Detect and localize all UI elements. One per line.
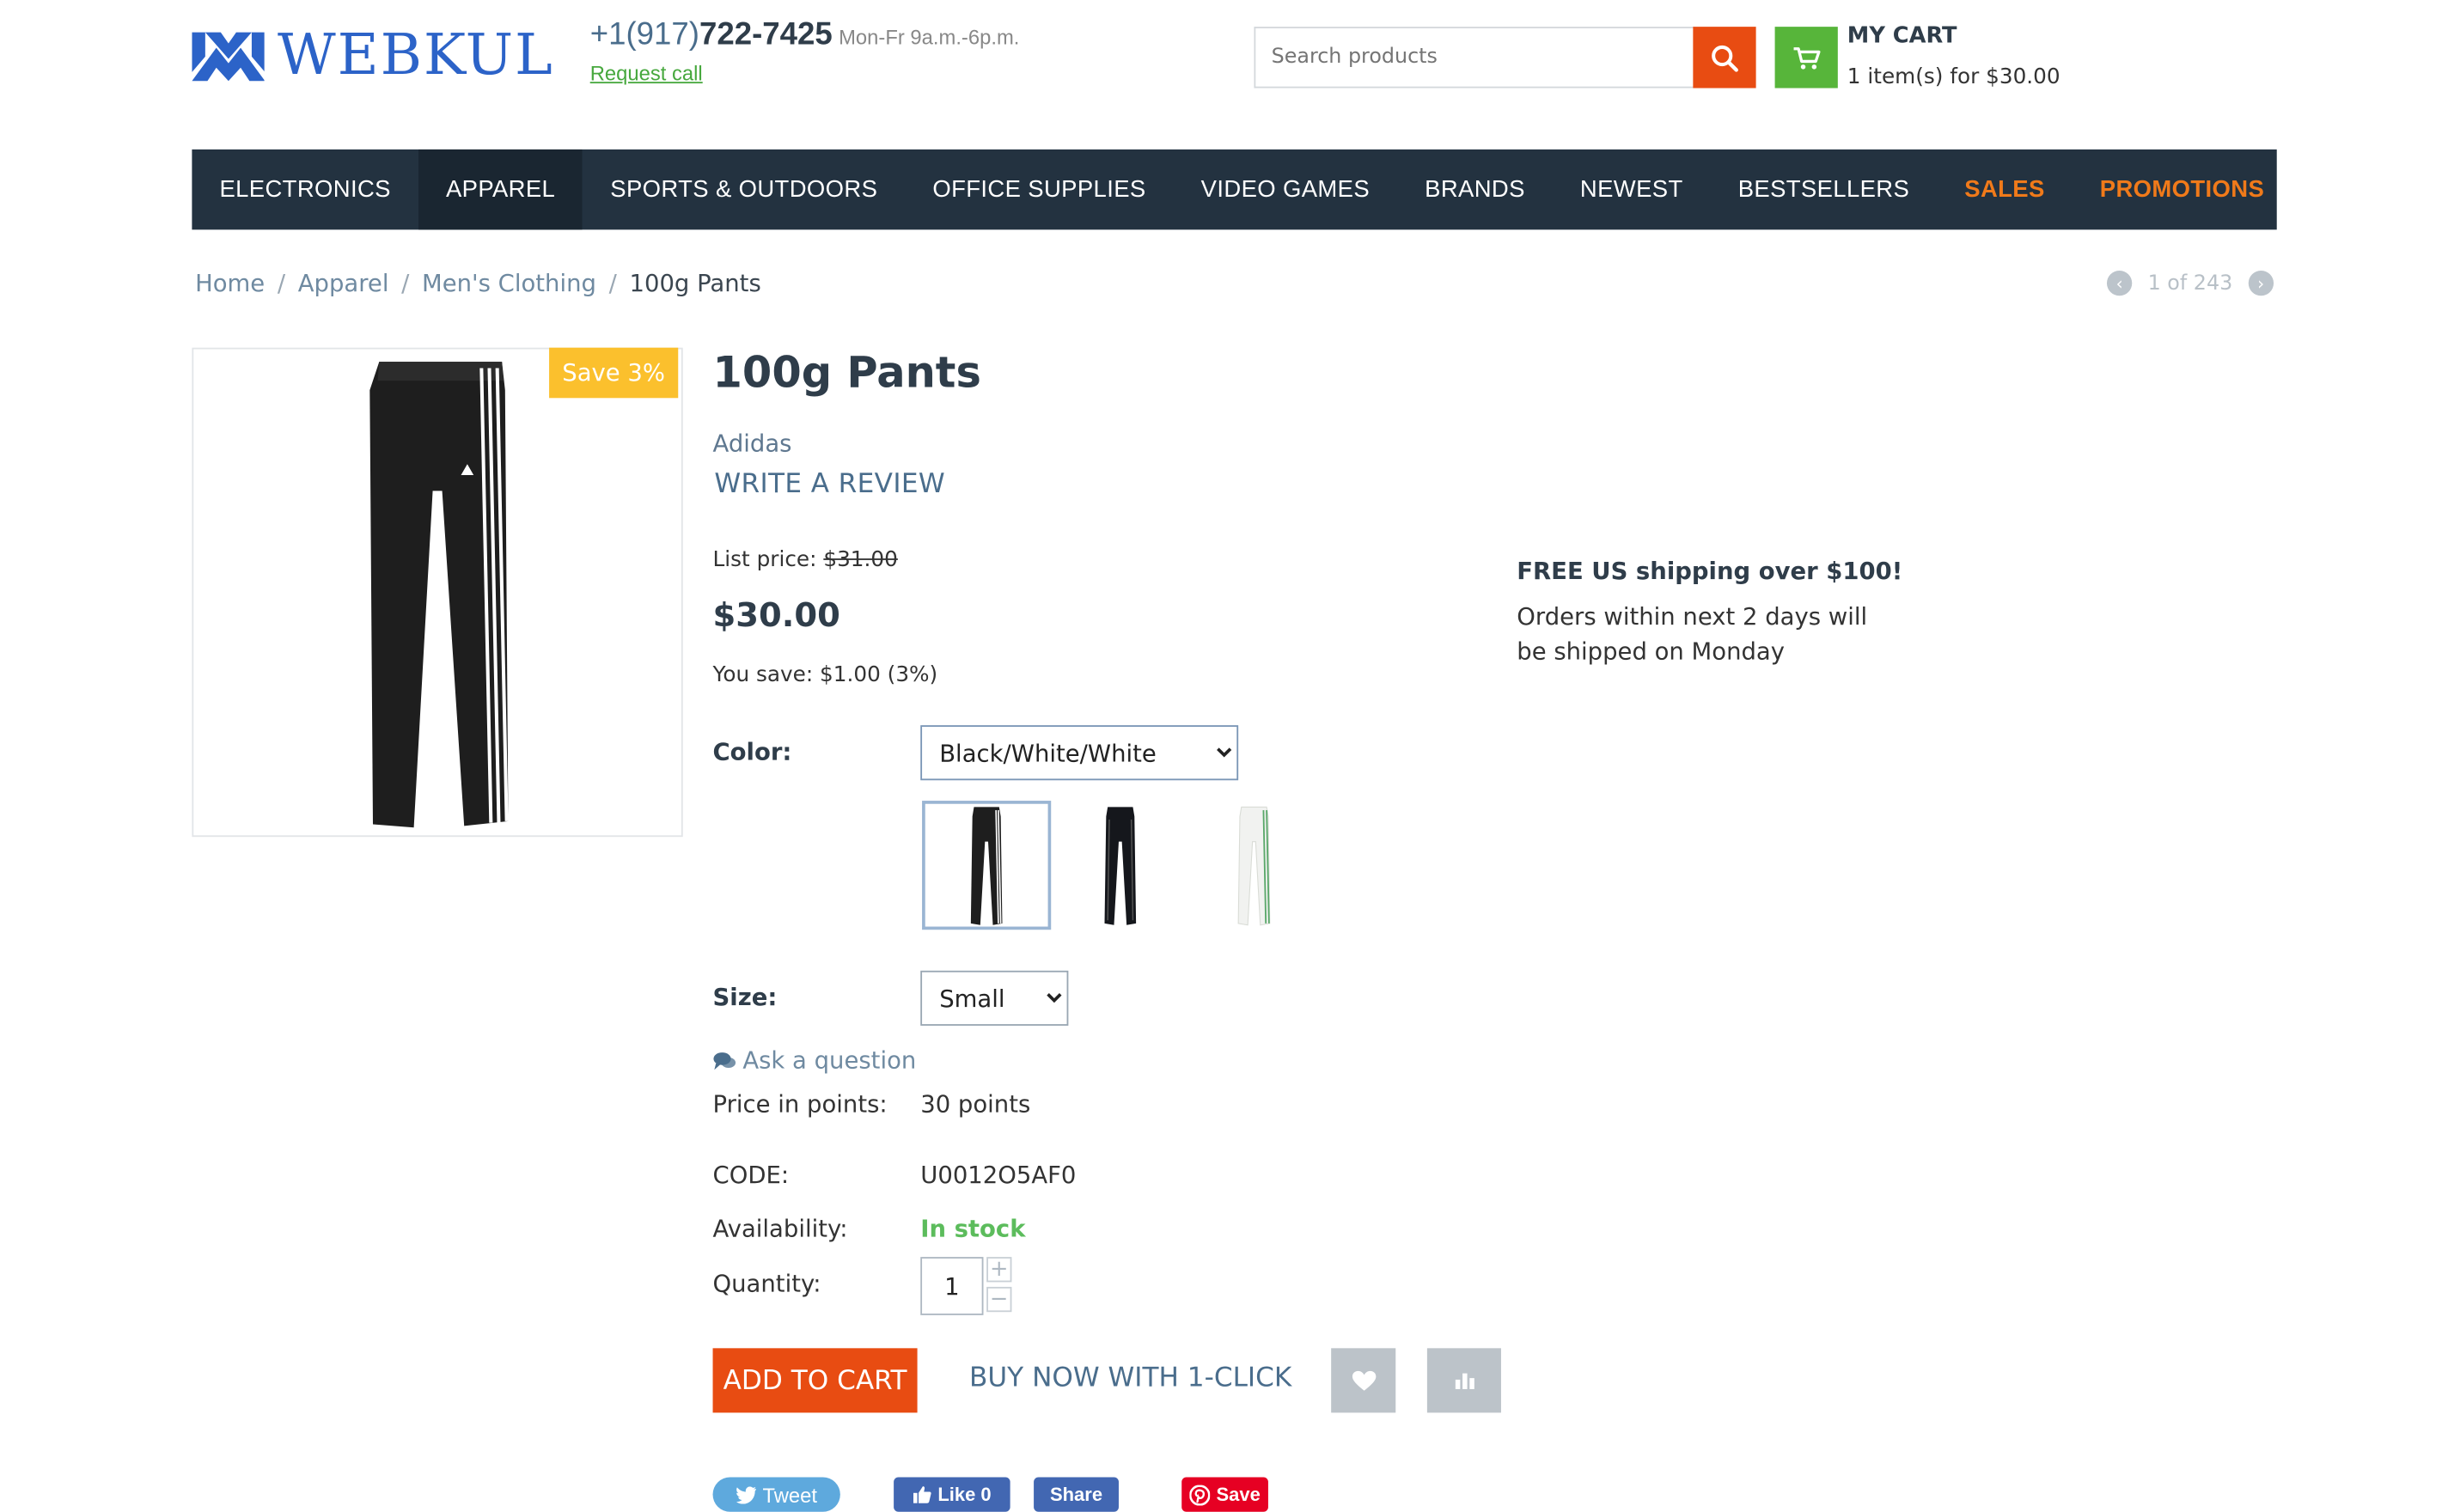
bar-chart-icon — [1454, 1373, 1474, 1389]
product-price: $30.00 — [712, 596, 840, 634]
product-title: 100g Pants — [712, 349, 981, 399]
search-button[interactable] — [1693, 27, 1756, 88]
nav-item-sports-outdoors[interactable]: SPORTS & OUTDOORS — [583, 149, 905, 229]
facebook-like-button[interactable]: Like 0 — [894, 1477, 1010, 1512]
pants-image — [369, 362, 509, 828]
you-save: You save: $1.00 (3%) — [712, 662, 938, 688]
quantity-label: Quantity: — [712, 1269, 821, 1298]
breadcrumb: Home / Apparel / Men's Clothing / 100g Pants — [195, 269, 761, 297]
product-main-image[interactable] — [192, 347, 683, 838]
shipping-text: Orders within next 2 days will be shippe… — [1517, 602, 1868, 666]
webkul-logo-icon — [192, 32, 266, 82]
availability-value: In stock — [920, 1214, 1026, 1243]
add-to-cart-button[interactable]: ADD TO CART — [712, 1348, 918, 1413]
quantity-input[interactable] — [920, 1257, 984, 1315]
search-icon — [1712, 45, 1738, 71]
pager-text: 1 of 243 — [2147, 271, 2233, 296]
buy-now-one-click-button[interactable]: BUY NOW WITH 1-CLICK — [969, 1363, 1291, 1394]
save-badge: Save 3% — [549, 347, 679, 399]
nav-item-promotions[interactable]: PROMOTIONS — [2073, 149, 2292, 229]
product-pager: ‹ 1 of 243 › — [2106, 270, 2274, 296]
pinterest-save-button[interactable]: Save — [1181, 1477, 1268, 1512]
quantity-decrease-icon[interactable]: − — [986, 1286, 1012, 1313]
cart-button[interactable] — [1774, 27, 1838, 88]
twitter-bird-icon — [736, 1485, 756, 1503]
color-select[interactable]: Black/White/White — [920, 725, 1239, 781]
color-swatch-white[interactable] — [1189, 801, 1319, 930]
points-value: 30 points — [920, 1090, 1031, 1119]
phone-number: 722-7425 — [699, 17, 833, 52]
cart-summary[interactable]: 1 item(s) for $30.00 — [1847, 64, 2060, 89]
main-nav: ELECTRONICS APPAREL SPORTS & OUTDOORS OF… — [192, 149, 2277, 230]
facebook-share-button[interactable]: Share — [1034, 1477, 1119, 1512]
breadcrumb-separator: / — [401, 269, 410, 298]
phone-prefix: +1(917) — [589, 17, 699, 52]
color-swatch-black[interactable] — [1055, 801, 1185, 930]
write-review-link[interactable]: WRITE A REVIEW — [714, 469, 945, 501]
breadcrumb-separator: / — [608, 269, 617, 298]
color-swatch-black-white-white[interactable] — [922, 801, 1052, 930]
product-brand-link[interactable]: Adidas — [713, 430, 792, 458]
cart-title[interactable]: MY CART — [1847, 23, 1957, 48]
next-product-icon[interactable]: › — [2248, 270, 2274, 296]
breadcrumb-home[interactable]: Home — [195, 269, 265, 297]
nav-item-video-games[interactable]: VIDEO GAMES — [1174, 149, 1397, 229]
pinterest-save-label: Save — [1216, 1483, 1261, 1506]
quantity-increase-icon[interactable]: + — [986, 1257, 1012, 1283]
search-input[interactable] — [1254, 27, 1695, 88]
nav-item-newest[interactable]: NEWEST — [1553, 149, 1711, 229]
list-price: List price: $31.00 — [713, 547, 898, 572]
color-label: Color: — [712, 737, 792, 766]
heart-icon — [1351, 1369, 1376, 1390]
nav-item-office-supplies[interactable]: OFFICE SUPPLIES — [905, 149, 1173, 229]
availability-label: Availability: — [712, 1214, 848, 1243]
tweet-button[interactable]: Tweet — [712, 1477, 840, 1512]
list-price-label: List price: — [712, 547, 817, 573]
shipping-title: FREE US shipping over $100! — [1517, 557, 1903, 586]
previous-product-icon[interactable]: ‹ — [2106, 270, 2133, 296]
phone-hours: Mon-Fr 9a.m.-6p.m. — [839, 25, 1020, 49]
phone-block: +1(917)722-7425 Mon-Fr 9a.m.-6p.m. — [590, 17, 1020, 53]
list-price-value: $31.00 — [823, 547, 898, 573]
pinterest-icon — [1189, 1484, 1211, 1505]
code-value: U0012O5AF0 — [920, 1161, 1077, 1190]
tweet-label: Tweet — [762, 1482, 818, 1507]
code-label: CODE: — [712, 1161, 790, 1190]
size-select[interactable]: Small — [920, 970, 1069, 1026]
nav-item-sales[interactable]: SALES — [1937, 149, 2073, 229]
nav-item-electronics[interactable]: ELECTRONICS — [192, 149, 418, 229]
pants-thumbnail — [1104, 807, 1137, 925]
breadcrumb-apparel[interactable]: Apparel — [298, 269, 389, 297]
pants-thumbnail — [1237, 806, 1271, 926]
nav-item-bestsellers[interactable]: BESTSELLERS — [1711, 149, 1938, 229]
logo-text: WEBKUL — [278, 23, 554, 88]
request-call-link[interactable]: Request call — [590, 61, 703, 84]
add-to-wishlist-button[interactable] — [1331, 1348, 1396, 1413]
thumbs-up-icon — [913, 1486, 931, 1503]
add-to-compare-button[interactable] — [1426, 1348, 1501, 1413]
ask-question-label: Ask a question — [742, 1046, 917, 1075]
points-label: Price in points: — [712, 1090, 888, 1119]
breadcrumb-separator: / — [277, 269, 286, 298]
breadcrumb-mens-clothing[interactable]: Men's Clothing — [422, 269, 596, 297]
breadcrumb-current: 100g Pants — [629, 269, 761, 298]
nav-item-brands[interactable]: BRANDS — [1397, 149, 1553, 229]
pants-thumbnail — [970, 807, 1003, 925]
cart-icon — [1793, 46, 1821, 69]
nav-item-apparel[interactable]: APPAREL — [418, 149, 583, 230]
chat-bubbles-icon — [713, 1052, 736, 1070]
size-label: Size: — [712, 983, 778, 1012]
ask-question-link[interactable]: Ask a question — [713, 1046, 917, 1075]
facebook-like-label: Like 0 — [937, 1483, 992, 1506]
logo[interactable]: WEBKUL — [192, 21, 553, 93]
